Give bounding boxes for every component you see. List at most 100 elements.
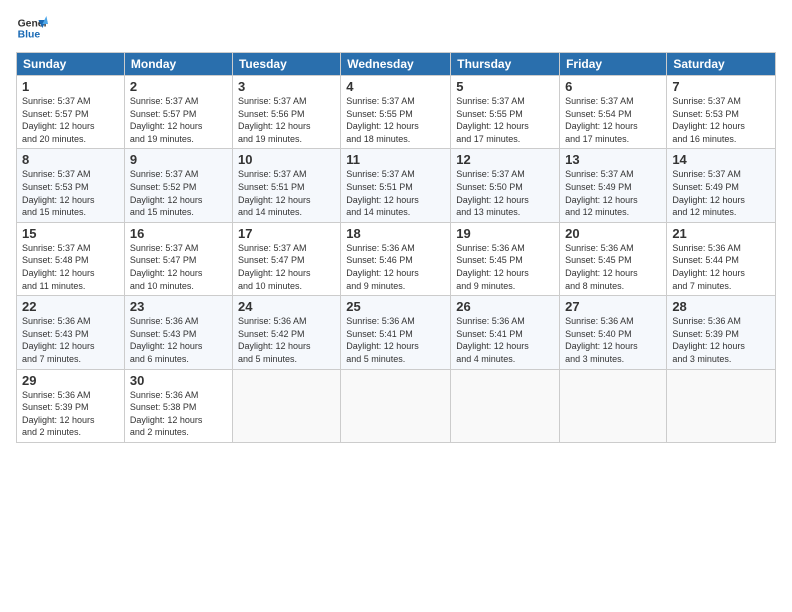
day-number: 14 [672,152,770,167]
day-info: Sunrise: 5:37 AM Sunset: 5:57 PM Dayligh… [22,95,119,145]
day-info: Sunrise: 5:36 AM Sunset: 5:45 PM Dayligh… [565,242,661,292]
week-row-4: 22 Sunrise: 5:36 AM Sunset: 5:43 PM Dayl… [17,296,776,369]
calendar-cell: 21 Sunrise: 5:36 AM Sunset: 5:44 PM Dayl… [667,222,776,295]
calendar-cell: 20 Sunrise: 5:36 AM Sunset: 5:45 PM Dayl… [560,222,667,295]
calendar-cell: 24 Sunrise: 5:36 AM Sunset: 5:42 PM Dayl… [232,296,340,369]
calendar-cell: 11 Sunrise: 5:37 AM Sunset: 5:51 PM Dayl… [341,149,451,222]
column-header-tuesday: Tuesday [232,53,340,76]
day-number: 22 [22,299,119,314]
calendar-cell: 7 Sunrise: 5:37 AM Sunset: 5:53 PM Dayli… [667,76,776,149]
day-info: Sunrise: 5:37 AM Sunset: 5:52 PM Dayligh… [130,168,227,218]
general-blue-icon: General Blue [16,12,48,44]
calendar-cell: 30 Sunrise: 5:36 AM Sunset: 5:38 PM Dayl… [124,369,232,442]
calendar-table: SundayMondayTuesdayWednesdayThursdayFrid… [16,52,776,443]
day-number: 3 [238,79,335,94]
day-number: 26 [456,299,554,314]
week-row-2: 8 Sunrise: 5:37 AM Sunset: 5:53 PM Dayli… [17,149,776,222]
calendar-cell: 27 Sunrise: 5:36 AM Sunset: 5:40 PM Dayl… [560,296,667,369]
day-number: 5 [456,79,554,94]
calendar-cell: 15 Sunrise: 5:37 AM Sunset: 5:48 PM Dayl… [17,222,125,295]
day-info: Sunrise: 5:37 AM Sunset: 5:51 PM Dayligh… [346,168,445,218]
day-info: Sunrise: 5:37 AM Sunset: 5:49 PM Dayligh… [565,168,661,218]
column-header-saturday: Saturday [667,53,776,76]
day-number: 13 [565,152,661,167]
day-info: Sunrise: 5:37 AM Sunset: 5:55 PM Dayligh… [456,95,554,145]
day-number: 18 [346,226,445,241]
day-number: 24 [238,299,335,314]
day-number: 27 [565,299,661,314]
column-header-thursday: Thursday [451,53,560,76]
calendar-cell: 8 Sunrise: 5:37 AM Sunset: 5:53 PM Dayli… [17,149,125,222]
day-number: 1 [22,79,119,94]
calendar-cell: 25 Sunrise: 5:36 AM Sunset: 5:41 PM Dayl… [341,296,451,369]
day-info: Sunrise: 5:36 AM Sunset: 5:40 PM Dayligh… [565,315,661,365]
day-info: Sunrise: 5:36 AM Sunset: 5:38 PM Dayligh… [130,389,227,439]
day-info: Sunrise: 5:36 AM Sunset: 5:41 PM Dayligh… [346,315,445,365]
column-header-monday: Monday [124,53,232,76]
calendar-cell: 14 Sunrise: 5:37 AM Sunset: 5:49 PM Dayl… [667,149,776,222]
day-info: Sunrise: 5:36 AM Sunset: 5:42 PM Dayligh… [238,315,335,365]
calendar-cell: 16 Sunrise: 5:37 AM Sunset: 5:47 PM Dayl… [124,222,232,295]
day-number: 20 [565,226,661,241]
day-info: Sunrise: 5:36 AM Sunset: 5:41 PM Dayligh… [456,315,554,365]
week-row-1: 1 Sunrise: 5:37 AM Sunset: 5:57 PM Dayli… [17,76,776,149]
header: General Blue [16,12,776,44]
day-number: 10 [238,152,335,167]
week-row-5: 29 Sunrise: 5:36 AM Sunset: 5:39 PM Dayl… [17,369,776,442]
day-number: 16 [130,226,227,241]
calendar-cell: 17 Sunrise: 5:37 AM Sunset: 5:47 PM Dayl… [232,222,340,295]
calendar-header-row: SundayMondayTuesdayWednesdayThursdayFrid… [17,53,776,76]
calendar-cell: 4 Sunrise: 5:37 AM Sunset: 5:55 PM Dayli… [341,76,451,149]
day-number: 29 [22,373,119,388]
day-number: 23 [130,299,227,314]
column-header-friday: Friday [560,53,667,76]
day-number: 15 [22,226,119,241]
day-info: Sunrise: 5:37 AM Sunset: 5:56 PM Dayligh… [238,95,335,145]
calendar-cell: 9 Sunrise: 5:37 AM Sunset: 5:52 PM Dayli… [124,149,232,222]
calendar-cell [560,369,667,442]
day-info: Sunrise: 5:37 AM Sunset: 5:53 PM Dayligh… [672,95,770,145]
calendar-cell: 5 Sunrise: 5:37 AM Sunset: 5:55 PM Dayli… [451,76,560,149]
day-info: Sunrise: 5:37 AM Sunset: 5:48 PM Dayligh… [22,242,119,292]
day-number: 6 [565,79,661,94]
day-info: Sunrise: 5:36 AM Sunset: 5:39 PM Dayligh… [672,315,770,365]
day-info: Sunrise: 5:36 AM Sunset: 5:46 PM Dayligh… [346,242,445,292]
calendar-cell: 10 Sunrise: 5:37 AM Sunset: 5:51 PM Dayl… [232,149,340,222]
column-header-wednesday: Wednesday [341,53,451,76]
day-info: Sunrise: 5:36 AM Sunset: 5:44 PM Dayligh… [672,242,770,292]
calendar-cell: 18 Sunrise: 5:36 AM Sunset: 5:46 PM Dayl… [341,222,451,295]
calendar-cell: 12 Sunrise: 5:37 AM Sunset: 5:50 PM Dayl… [451,149,560,222]
day-number: 30 [130,373,227,388]
week-row-3: 15 Sunrise: 5:37 AM Sunset: 5:48 PM Dayl… [17,222,776,295]
svg-text:Blue: Blue [18,30,41,41]
day-info: Sunrise: 5:37 AM Sunset: 5:54 PM Dayligh… [565,95,661,145]
day-number: 28 [672,299,770,314]
calendar-cell: 22 Sunrise: 5:36 AM Sunset: 5:43 PM Dayl… [17,296,125,369]
day-info: Sunrise: 5:37 AM Sunset: 5:47 PM Dayligh… [238,242,335,292]
calendar-cell [451,369,560,442]
calendar-cell: 19 Sunrise: 5:36 AM Sunset: 5:45 PM Dayl… [451,222,560,295]
day-info: Sunrise: 5:37 AM Sunset: 5:51 PM Dayligh… [238,168,335,218]
day-number: 8 [22,152,119,167]
day-info: Sunrise: 5:36 AM Sunset: 5:39 PM Dayligh… [22,389,119,439]
day-number: 12 [456,152,554,167]
calendar-cell: 26 Sunrise: 5:36 AM Sunset: 5:41 PM Dayl… [451,296,560,369]
calendar-cell: 28 Sunrise: 5:36 AM Sunset: 5:39 PM Dayl… [667,296,776,369]
calendar-cell: 2 Sunrise: 5:37 AM Sunset: 5:57 PM Dayli… [124,76,232,149]
calendar-cell: 29 Sunrise: 5:36 AM Sunset: 5:39 PM Dayl… [17,369,125,442]
day-number: 2 [130,79,227,94]
calendar-cell: 6 Sunrise: 5:37 AM Sunset: 5:54 PM Dayli… [560,76,667,149]
day-number: 7 [672,79,770,94]
day-info: Sunrise: 5:37 AM Sunset: 5:50 PM Dayligh… [456,168,554,218]
day-info: Sunrise: 5:37 AM Sunset: 5:57 PM Dayligh… [130,95,227,145]
day-info: Sunrise: 5:37 AM Sunset: 5:53 PM Dayligh… [22,168,119,218]
day-info: Sunrise: 5:36 AM Sunset: 5:45 PM Dayligh… [456,242,554,292]
calendar-cell [341,369,451,442]
day-number: 21 [672,226,770,241]
day-number: 4 [346,79,445,94]
calendar-cell: 3 Sunrise: 5:37 AM Sunset: 5:56 PM Dayli… [232,76,340,149]
day-number: 25 [346,299,445,314]
logo: General Blue [16,12,48,44]
day-number: 9 [130,152,227,167]
day-info: Sunrise: 5:36 AM Sunset: 5:43 PM Dayligh… [130,315,227,365]
